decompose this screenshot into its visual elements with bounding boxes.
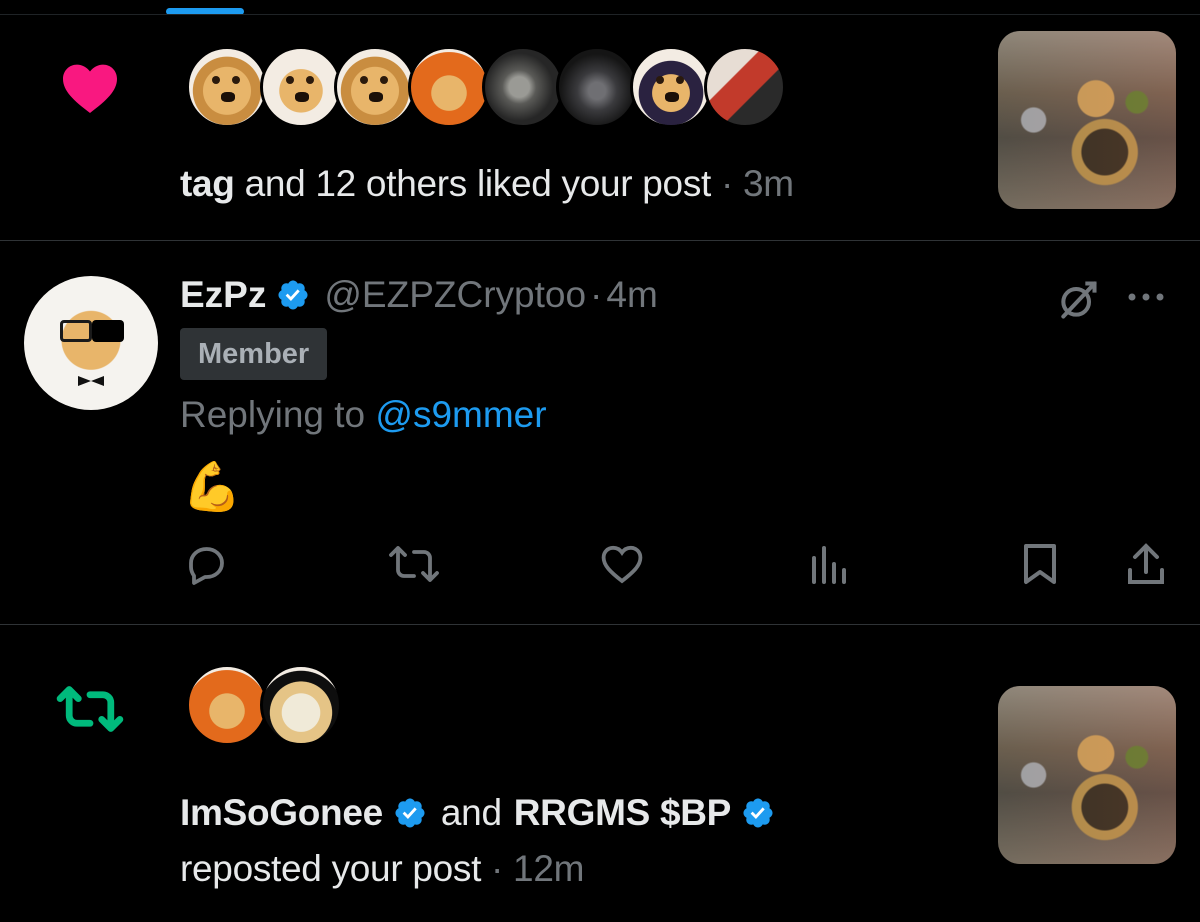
member-badge: Member <box>180 328 328 380</box>
bookmark-icon[interactable] <box>1018 540 1062 588</box>
reply-icon[interactable] <box>182 540 230 588</box>
post-thumbnail[interactable] <box>998 31 1176 209</box>
action-bar <box>0 540 1200 590</box>
tweet-body: 💪 <box>182 461 242 514</box>
verified-badge-icon <box>743 798 773 828</box>
post-thumbnail[interactable] <box>998 686 1176 864</box>
separator: · <box>481 848 514 889</box>
repost-names-line: ImSoGonee and RRGMS $BP <box>180 792 775 834</box>
avatar[interactable] <box>482 46 564 128</box>
reposter-name[interactable]: RRGMS $BP <box>514 792 732 834</box>
separator: · <box>711 163 744 204</box>
timestamp: 12m <box>513 848 585 889</box>
repost-icon <box>56 686 124 732</box>
separator: · <box>590 274 603 315</box>
views-icon[interactable] <box>808 540 848 588</box>
liker-avatars <box>186 46 786 128</box>
avatar[interactable] <box>186 664 268 746</box>
more-icon[interactable] <box>1126 290 1166 304</box>
timestamp[interactable]: 4m <box>606 274 657 316</box>
verified-badge-icon <box>278 280 308 310</box>
repost-rest-text: reposted your post <box>180 848 482 889</box>
author-line: EzPz @EZPZCryptoo · 4m <box>180 274 658 316</box>
repost-text-line: reposted your post · 12m <box>180 848 584 890</box>
replying-to-line: Replying to @s9mmer <box>180 394 547 436</box>
avatar[interactable] <box>260 664 342 746</box>
avatar[interactable] <box>556 46 638 128</box>
and-text: and <box>440 792 502 833</box>
grok-icon[interactable] <box>1056 278 1100 322</box>
avatar[interactable] <box>408 46 490 128</box>
divider <box>0 240 1200 241</box>
heart-icon <box>63 64 117 114</box>
reposter-name[interactable]: ImSoGonee <box>180 792 383 834</box>
like-icon[interactable] <box>598 540 646 588</box>
verified-badge-icon <box>395 798 425 828</box>
handle[interactable]: @EZPZCryptoo <box>324 274 586 316</box>
mention-link[interactable]: @s9mmer <box>375 394 546 435</box>
avatar[interactable] <box>630 46 712 128</box>
avatar[interactable] <box>334 46 416 128</box>
liker-name[interactable]: tag <box>180 163 235 204</box>
avatar[interactable] <box>260 46 342 128</box>
reposter-avatars <box>186 664 342 746</box>
timestamp: 3m <box>743 163 794 204</box>
avatar[interactable] <box>186 46 268 128</box>
repost-icon[interactable] <box>388 540 440 588</box>
divider <box>0 624 1200 625</box>
replying-prefix: Replying to <box>180 394 376 435</box>
share-icon[interactable] <box>1124 540 1168 588</box>
like-rest-text: and 12 others liked your post <box>234 163 712 204</box>
avatar[interactable] <box>24 276 158 410</box>
display-name[interactable]: EzPz <box>180 274 266 316</box>
like-notification-text: tag and 12 others liked your post · 3m <box>180 163 794 205</box>
avatar[interactable] <box>704 46 786 128</box>
top-divider <box>0 14 1200 15</box>
